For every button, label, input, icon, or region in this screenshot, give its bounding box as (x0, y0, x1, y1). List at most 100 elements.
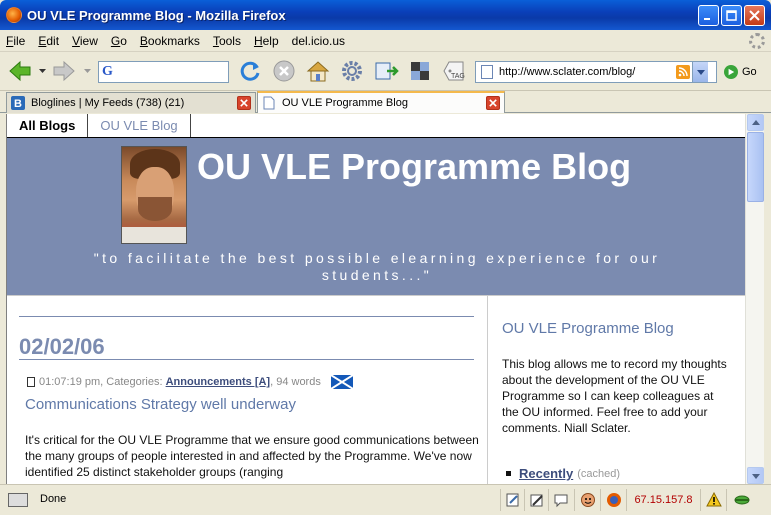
tab-close-button[interactable] (237, 96, 251, 110)
svg-text:TAG: TAG (451, 73, 465, 80)
settings-button[interactable] (338, 57, 366, 85)
status-warning-button[interactable] (700, 489, 726, 511)
forward-arrow-icon (53, 60, 75, 82)
divider (19, 359, 474, 360)
menu-edit[interactable]: Edit (38, 34, 59, 48)
permalink-icon[interactable] (27, 377, 35, 387)
address-bar (475, 61, 717, 83)
stop-button[interactable] (270, 57, 298, 85)
sidebar: OU VLE Programme Blog This blog allows m… (487, 296, 745, 484)
menu-bookmarks[interactable]: Bookmarks (140, 34, 200, 48)
recently-link[interactable]: Recently (519, 466, 573, 481)
go-arrow-icon (724, 65, 738, 79)
cached-link[interactable]: (cached) (577, 468, 620, 480)
scroll-up-button[interactable] (747, 114, 764, 131)
reload-icon (240, 61, 260, 81)
chevron-down-icon (696, 70, 705, 75)
blog-title[interactable]: OU VLE Programme Blog (197, 146, 631, 188)
menu-view[interactable]: View (72, 34, 98, 48)
status-edit-button[interactable] (500, 489, 524, 511)
menu-go[interactable]: Go (111, 34, 127, 48)
nav-all-blogs[interactable]: All Blogs (7, 114, 89, 137)
warning-icon (705, 492, 722, 507)
go-label: Go (742, 66, 757, 78)
scroll-down-button[interactable] (747, 467, 764, 484)
tag-button[interactable]: TAG (440, 57, 468, 85)
maximize-button[interactable] (721, 5, 742, 26)
main-column: 02/02/06 01:07:19 pm, Categories: Announ… (7, 296, 487, 484)
post-time: 01:07:19 pm, Categories: (39, 376, 163, 388)
status-text: Done (40, 493, 67, 505)
close-icon (749, 10, 760, 21)
vertical-scrollbar[interactable] (745, 114, 764, 484)
rss-feed-icon[interactable] (676, 65, 690, 79)
tab-close-button[interactable] (486, 96, 500, 110)
blog-tagline: "to facilitate the best possible elearni… (93, 250, 661, 283)
status-face-button[interactable] (574, 489, 600, 511)
back-arrow-icon (9, 60, 31, 82)
status-firefox-button[interactable] (600, 489, 626, 511)
scotland-flag-icon (330, 375, 353, 389)
menu-bar: File Edit View Go Bookmarks Tools Help d… (0, 30, 771, 52)
url-history-dropdown[interactable] (692, 62, 708, 82)
post-meta: 01:07:19 pm, Categories: Announcements [… (27, 375, 353, 389)
status-blog-button[interactable] (524, 489, 548, 511)
post-body: It's critical for the OU VLE Programme t… (25, 433, 479, 479)
download-button[interactable] (372, 57, 400, 85)
speech-bubble-icon (554, 494, 567, 508)
google-search-box: G (98, 61, 229, 83)
connection-icon (734, 495, 749, 505)
go-button[interactable]: Go (724, 61, 757, 83)
blog-nav: All Blogs OU VLE Blog (7, 114, 745, 138)
tag-icon: TAG (443, 61, 465, 81)
firefox-icon (6, 7, 22, 23)
firefox-icon (606, 493, 621, 507)
edit-page-icon (506, 493, 518, 507)
scroll-thumb[interactable] (747, 132, 764, 202)
title-bar: OU VLE Programme Blog - Mozilla Firefox (0, 0, 771, 30)
sidebar-item-recently: Recently (cached) (506, 466, 620, 481)
forward-button[interactable] (50, 57, 78, 85)
post-date: 02/02/06 (19, 334, 105, 359)
window-controls (698, 5, 765, 26)
close-icon (489, 99, 497, 107)
menu-delicious[interactable]: del.icio.us (292, 34, 345, 48)
nav-ou-vle-blog[interactable]: OU VLE Blog (88, 114, 191, 137)
close-icon (240, 99, 248, 107)
status-screen-icon[interactable] (8, 493, 28, 507)
screen-button[interactable] (406, 57, 434, 85)
forward-dropdown-icon[interactable] (84, 67, 91, 74)
chevron-down-icon (751, 473, 760, 479)
window-title: OU VLE Programme Blog - Mozilla Firefox (27, 7, 286, 23)
throbber-icon (749, 33, 765, 49)
page-favicon-icon (263, 96, 275, 110)
status-connection-button[interactable] (726, 489, 756, 511)
status-chat-button[interactable] (548, 489, 572, 511)
url-input[interactable] (499, 66, 674, 78)
minimize-button[interactable] (698, 5, 719, 26)
tab-bloglines[interactable]: B Bloglines | My Feeds (738) (21) (6, 92, 256, 113)
post-title[interactable]: Communications Strategy well underway (25, 396, 296, 413)
menu-help[interactable]: Help (254, 34, 279, 48)
tab-bar: B Bloglines | My Feeds (738) (21) OU VLE… (0, 91, 771, 113)
close-window-button[interactable] (744, 5, 765, 26)
navigation-toolbar: G TAG Go (0, 53, 771, 91)
divider (19, 316, 474, 317)
google-icon: G (102, 64, 113, 79)
status-ip: 67.15.157.8 (626, 489, 700, 511)
category-link[interactable]: Announcements [A] (166, 376, 271, 388)
tab-label: OU VLE Programme Blog (282, 97, 408, 109)
back-button[interactable] (6, 57, 34, 85)
maximize-icon (726, 10, 737, 21)
search-input[interactable] (115, 63, 216, 81)
home-button[interactable] (304, 57, 332, 85)
stop-icon (273, 60, 295, 82)
menu-tools[interactable]: Tools (213, 34, 241, 48)
back-dropdown-icon[interactable] (39, 67, 46, 74)
menu-file[interactable]: File (6, 34, 25, 48)
reload-button[interactable] (236, 57, 264, 85)
sidebar-title: OU VLE Programme Blog (502, 320, 674, 337)
tab-ou-vle-blog[interactable]: OU VLE Programme Blog (257, 91, 505, 113)
blog-header: OU VLE Programme Blog "to facilitate the… (7, 138, 745, 296)
tab-label: Bloglines | My Feeds (738) (21) (31, 97, 185, 109)
